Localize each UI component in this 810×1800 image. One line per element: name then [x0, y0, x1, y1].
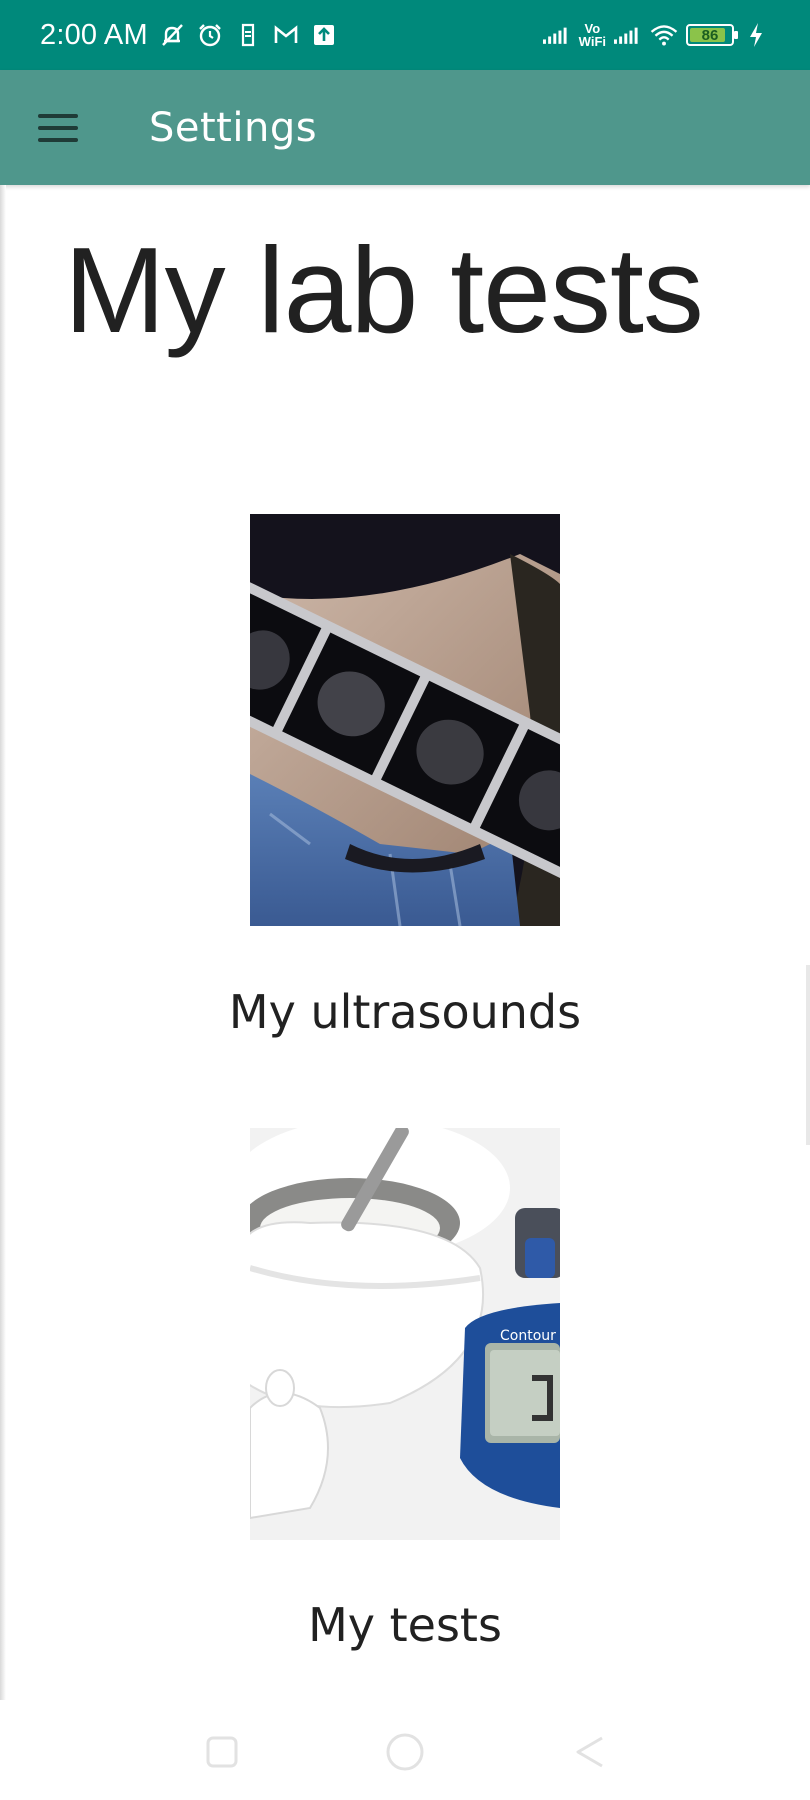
signal-icon: [614, 21, 642, 49]
signal-icon: [542, 21, 571, 49]
page-title: My lab tests: [64, 222, 704, 358]
vowifi-icon: Vo WiFi: [578, 21, 606, 49]
gmail-icon: [272, 21, 300, 49]
home-circle-icon[interactable]: [383, 1730, 427, 1774]
back-triangle-icon[interactable]: [568, 1730, 612, 1774]
status-bar: 2:00 AM Vo WiFi 86: [0, 0, 810, 70]
hamburger-menu-icon[interactable]: [29, 99, 87, 157]
battery-icon: 86: [686, 24, 738, 46]
glucose-meter-photo[interactable]: Contour: [250, 1128, 560, 1540]
ultrasounds-card[interactable]: [250, 514, 560, 926]
alarm-icon: [196, 21, 224, 49]
app-bar: Settings: [0, 70, 810, 185]
recents-square-icon[interactable]: [200, 1730, 244, 1774]
battery-level: 86: [701, 26, 719, 44]
drawer-edge[interactable]: [0, 185, 6, 1700]
upload-icon: [310, 21, 338, 49]
tests-card[interactable]: Contour: [250, 1128, 560, 1540]
charging-icon: [742, 21, 770, 49]
muted-bell-icon: [158, 21, 186, 49]
system-nav-bar: [0, 1700, 810, 1800]
svg-text:Contour: Contour: [500, 1328, 556, 1344]
status-time: 2:00 AM: [40, 18, 148, 51]
wifi-icon: [650, 21, 678, 49]
ultrasound-photo[interactable]: [250, 514, 560, 926]
tests-label[interactable]: My tests: [0, 1598, 810, 1652]
app-bar-title: Settings: [149, 104, 318, 151]
sim-icon: [234, 21, 262, 49]
ultrasounds-label[interactable]: My ultrasounds: [0, 985, 810, 1039]
